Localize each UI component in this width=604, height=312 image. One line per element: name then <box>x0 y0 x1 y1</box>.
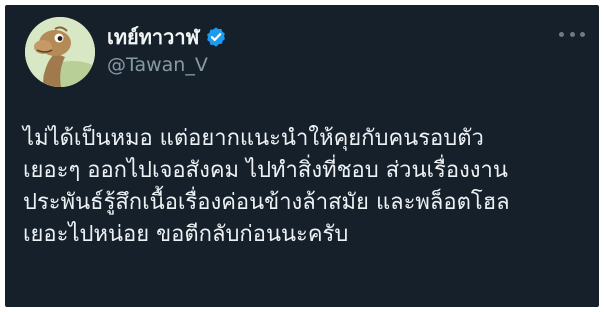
verified-badge-icon <box>207 27 226 47</box>
tweet-text: ไม่ได้เป็นหมอ แต่อยากแนะนำให้คุยกับคนรอบ… <box>23 123 589 251</box>
author-row: เทย์ทาวาฬ <box>107 23 227 51</box>
more-dot-icon <box>580 31 585 37</box>
more-options-button[interactable] <box>559 27 585 41</box>
tweet-line: เยอะไปหน่อย ขอตีกลับก่อนนะครับ <box>23 222 349 247</box>
avatar[interactable] <box>25 17 95 87</box>
tweet-line: ประพันธ์รู้สึกเนื้อเรื่องค่อนข้างล้าสมัย… <box>23 190 510 215</box>
dinosaur-avatar-icon <box>25 17 95 87</box>
tweet-line: เยอะๆ ออกไปเจอสังคม ไปทำสิ่งที่ชอบ ส่วนเ… <box>23 158 508 183</box>
more-dot-icon <box>559 31 564 37</box>
tweet-card: เทย์ทาวาฬ @Tawan_V ไม่ได้เป็นหมอ แต่อยาก… <box>5 5 599 307</box>
display-name[interactable]: เทย์ทาวาฬ <box>107 23 199 51</box>
tweet-line: ไม่ได้เป็นหมอ แต่อยากแนะนำให้คุยกับคนรอบ… <box>23 126 484 151</box>
more-dot-icon <box>569 31 575 37</box>
handle[interactable]: @Tawan_V <box>107 52 208 78</box>
